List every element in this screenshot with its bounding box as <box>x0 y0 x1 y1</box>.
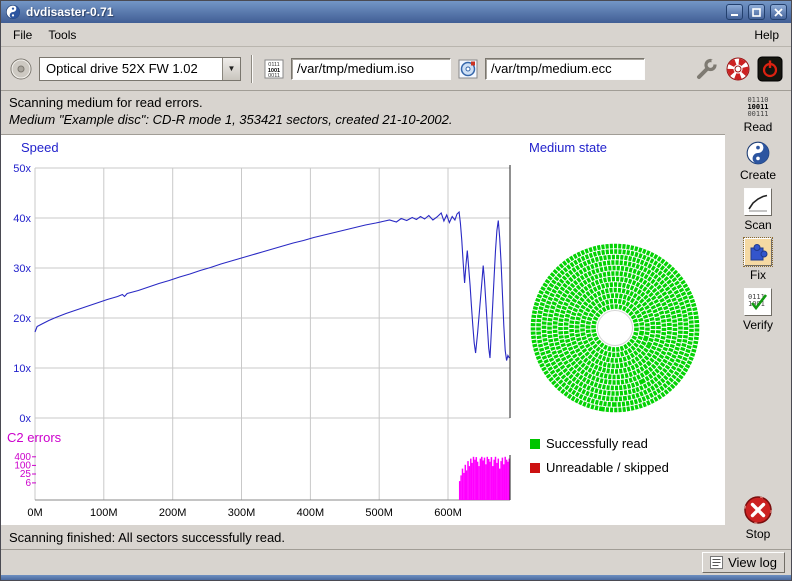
app-window: dvdisaster-0.71 File Tools Help Optical … <box>0 0 792 581</box>
speed-chart-title: Speed <box>21 140 59 155</box>
footer-bar: View log <box>1 549 791 575</box>
create-button-label: Create <box>740 168 776 182</box>
create-button[interactable]: Create <box>730 140 786 182</box>
ecc-path-input[interactable]: /var/tmp/medium.ecc <box>485 58 645 80</box>
svg-text:400M: 400M <box>297 507 325 519</box>
scan-button[interactable]: Scan <box>730 188 786 232</box>
main-area: Scanning medium for read errors. Medium … <box>1 91 791 549</box>
medium-info-line: Medium "Example disc": CD-R mode 1, 3534… <box>9 112 717 127</box>
scan-status-area: Scanning medium for read errors. Medium … <box>1 91 725 135</box>
action-sidebar: 01110 10011 00111 Read Create <box>725 91 791 549</box>
read-button-label: Read <box>744 120 773 134</box>
view-log-button[interactable]: View log <box>702 552 785 573</box>
stop-x-icon <box>743 495 773 525</box>
preferences-wrench-icon[interactable] <box>695 57 719 81</box>
verify-check-icon: 0111 1001 <box>744 288 772 316</box>
drive-select[interactable]: Optical drive 52X FW 1.02 ▼ <box>39 57 241 81</box>
legend-unreadable-swatch <box>530 463 540 473</box>
chart-area: Speed Medium state C2 errors 0M 100M 200M 3… <box>1 135 725 525</box>
svg-text:40x: 40x <box>13 213 31 225</box>
scan-status-line1: Scanning medium for read errors. <box>9 95 717 110</box>
fix-button-label: Fix <box>750 268 766 282</box>
scan-button-label: Scan <box>744 218 771 232</box>
close-button[interactable] <box>770 4 787 20</box>
menu-tools[interactable]: Tools <box>40 25 84 45</box>
drive-icon <box>9 57 33 81</box>
menubar: File Tools Help <box>1 23 791 47</box>
legend-success: Successfully read <box>530 436 648 451</box>
puzzle-piece-icon <box>744 238 772 266</box>
svg-text:600M: 600M <box>434 507 462 519</box>
stop-button-label: Stop <box>746 527 771 541</box>
legend-unreadable: Unreadable / skipped <box>530 460 669 475</box>
svg-text:50x: 50x <box>13 163 31 175</box>
fix-button[interactable]: Fix <box>730 238 786 282</box>
svg-text:0x: 0x <box>19 413 31 425</box>
window-bottom-edge <box>1 575 791 581</box>
iso-path-value: /var/tmp/medium.iso <box>297 61 414 76</box>
window-title: dvdisaster-0.71 <box>26 5 721 19</box>
yin-yang-icon <box>745 140 771 166</box>
c2-errors-title: C2 errors <box>7 430 61 445</box>
verify-button-label: Verify <box>743 318 773 332</box>
log-list-icon <box>710 556 723 569</box>
maximize-button[interactable] <box>748 4 765 20</box>
view-log-label: View log <box>728 555 777 570</box>
svg-text:100M: 100M <box>90 507 118 519</box>
svg-text:200M: 200M <box>159 507 187 519</box>
svg-text:0011: 0011 <box>268 73 280 79</box>
binary-icon: 01110 10011 00111 <box>747 97 768 118</box>
chevron-down-icon: ▼ <box>222 58 240 80</box>
scan-curve-icon <box>744 188 772 216</box>
app-icon <box>5 4 21 20</box>
svg-text:10x: 10x <box>13 363 31 375</box>
svg-text:0M: 0M <box>27 507 42 519</box>
svg-text:500M: 500M <box>365 507 393 519</box>
toolbar-separator <box>251 55 253 83</box>
dvdisaster-logo-icon[interactable] <box>725 56 751 82</box>
read-button[interactable]: 01110 10011 00111 Read <box>730 97 786 134</box>
quit-power-icon[interactable] <box>757 56 783 82</box>
legend-success-swatch <box>530 439 540 449</box>
toolbar: Optical drive 52X FW 1.02 ▼ 0111 1001 00… <box>1 47 791 91</box>
result-status-line: Scanning finished: All sectors successfu… <box>1 525 725 549</box>
titlebar[interactable]: dvdisaster-0.71 <box>1 1 791 23</box>
svg-text:6: 6 <box>25 478 31 489</box>
svg-text:30x: 30x <box>13 263 31 275</box>
minimize-button[interactable] <box>726 4 743 20</box>
stop-button[interactable]: Stop <box>730 495 786 541</box>
left-column: Scanning medium for read errors. Medium … <box>1 91 725 549</box>
drive-select-value: Optical drive 52X FW 1.02 <box>40 58 222 80</box>
legend-unreadable-label: Unreadable / skipped <box>546 460 669 475</box>
svg-text:20x: 20x <box>13 313 31 325</box>
iso-file-icon: 0111 1001 0011 <box>263 58 285 80</box>
svg-text:300M: 300M <box>228 507 256 519</box>
ecc-file-icon <box>457 58 479 80</box>
legend-success-label: Successfully read <box>546 436 648 451</box>
medium-state-title: Medium state <box>529 140 607 155</box>
verify-button[interactable]: 0111 1001 Verify <box>730 288 786 332</box>
menu-file[interactable]: File <box>5 25 40 45</box>
menu-help[interactable]: Help <box>746 25 787 45</box>
ecc-path-value: /var/tmp/medium.ecc <box>491 61 612 76</box>
iso-path-input[interactable]: /var/tmp/medium.iso <box>291 58 451 80</box>
